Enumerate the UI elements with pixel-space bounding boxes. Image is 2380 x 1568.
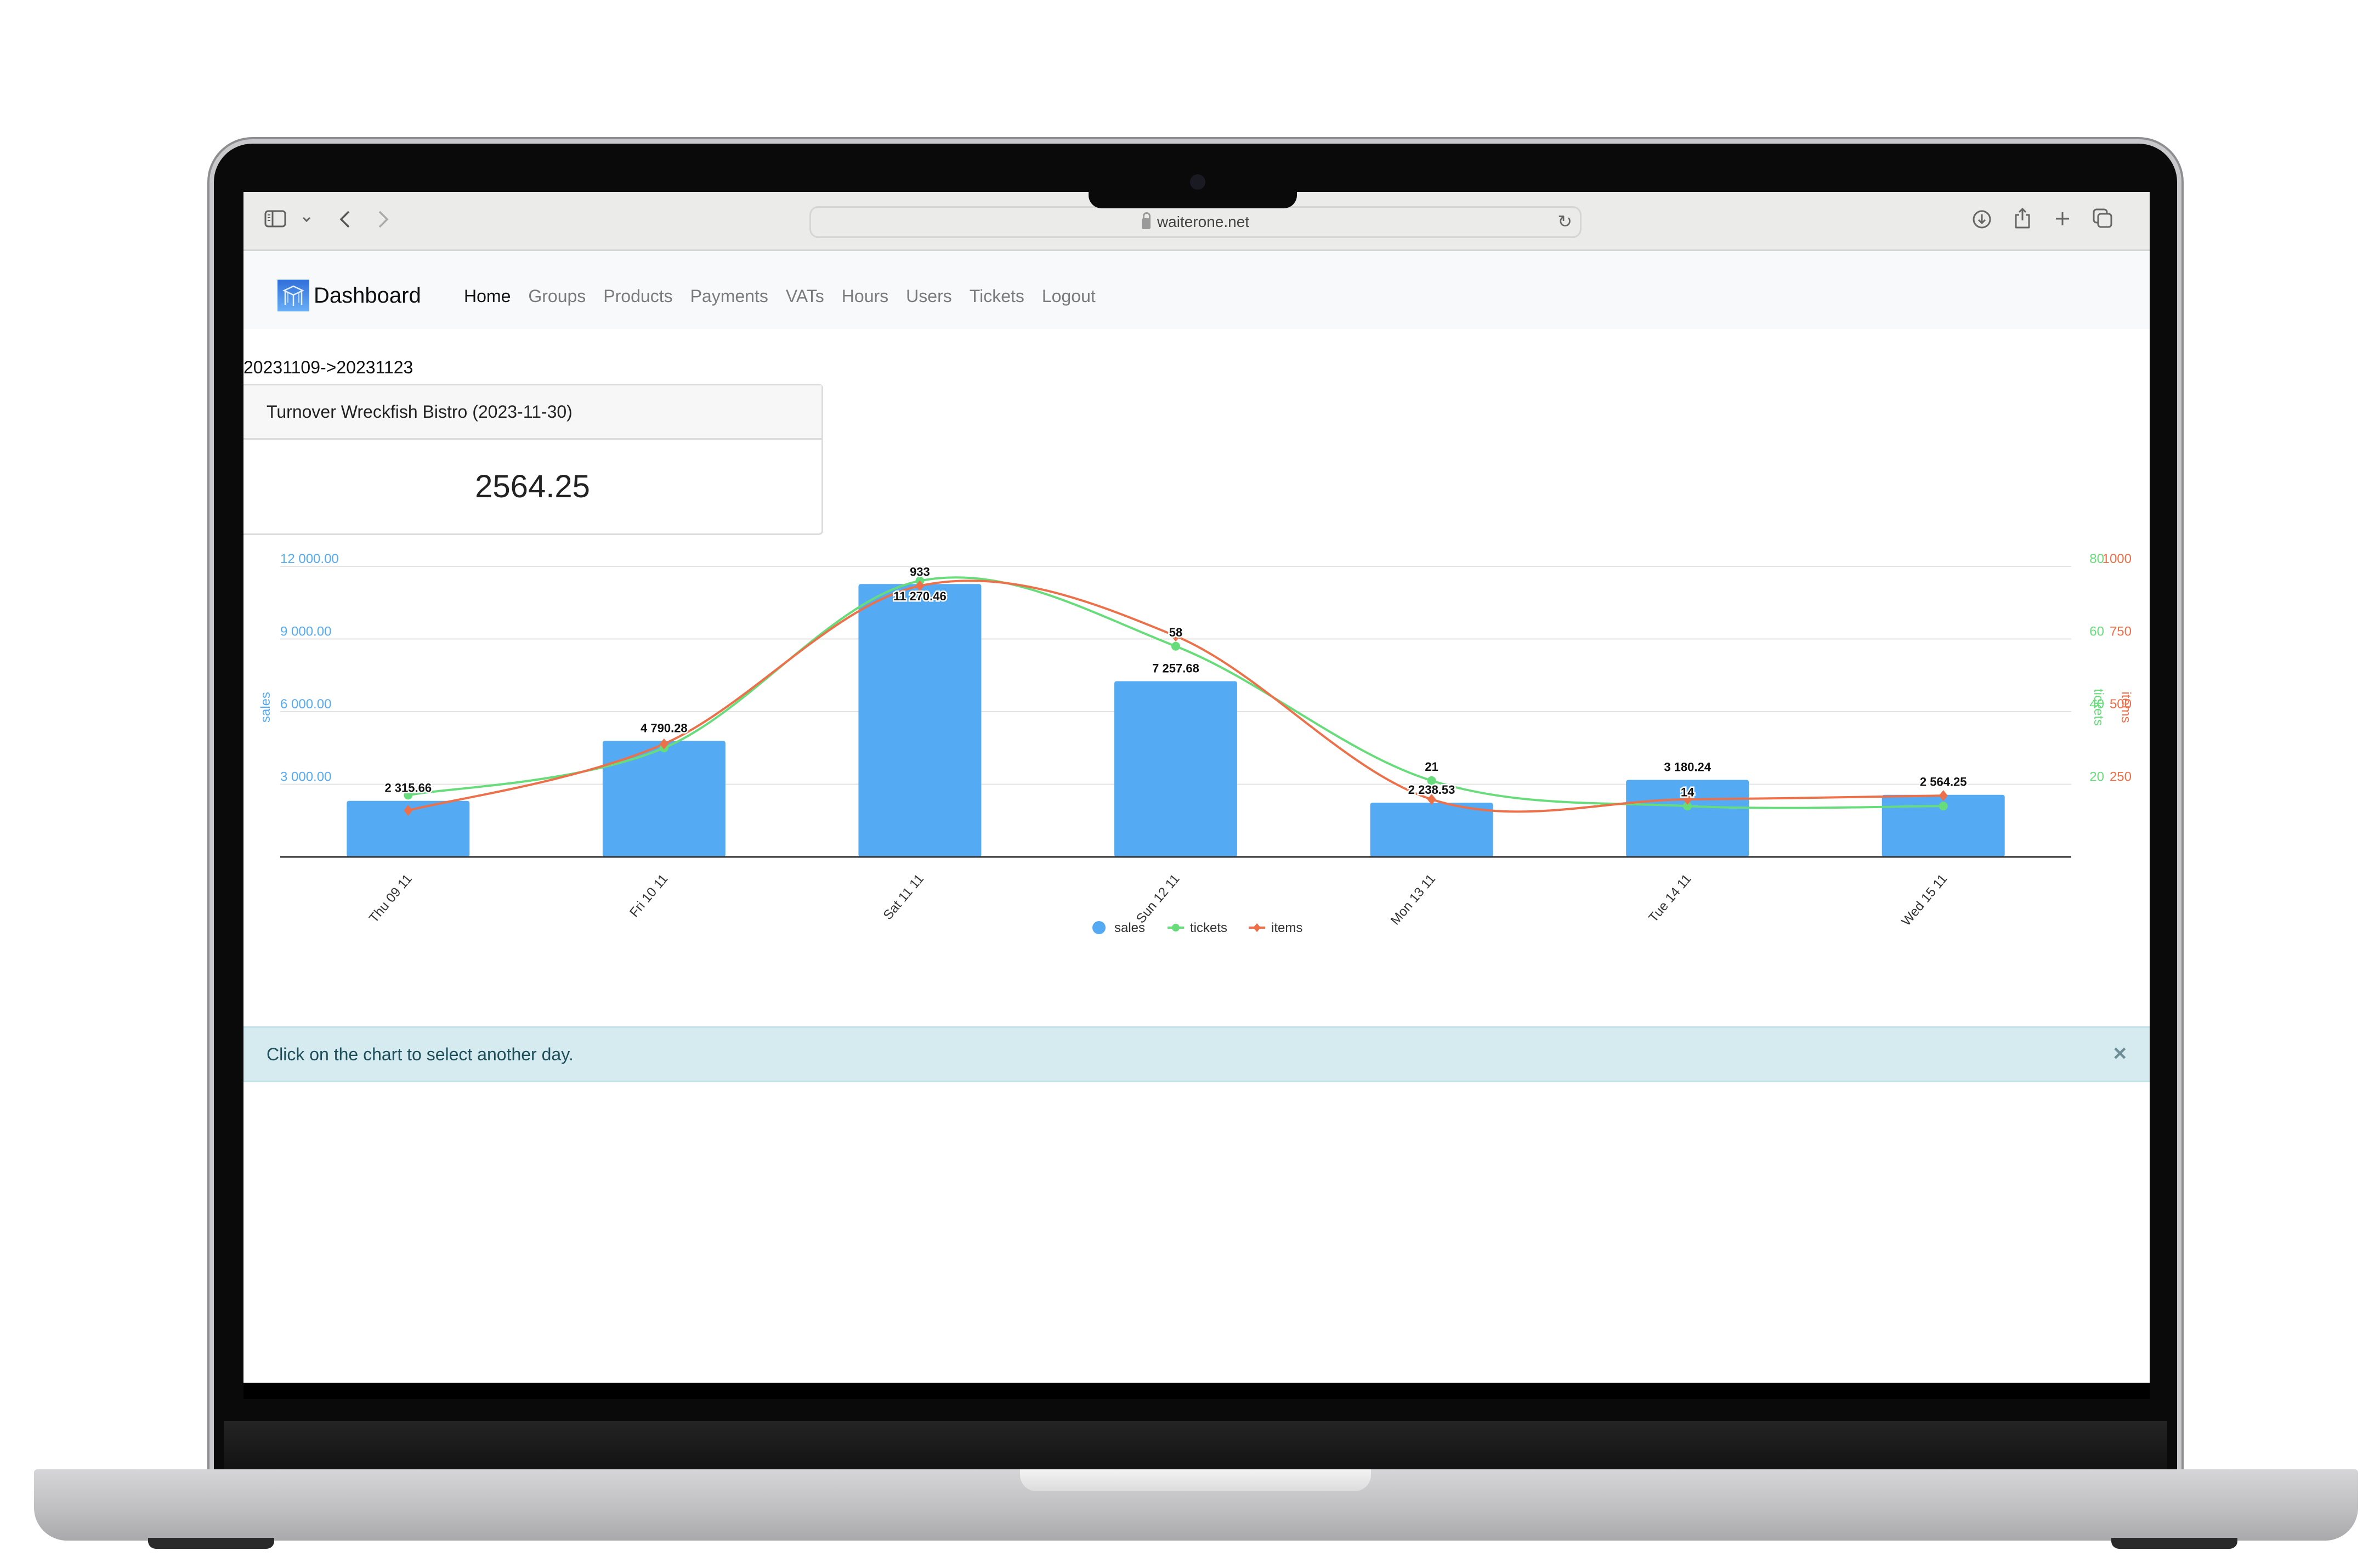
data-label-sales: 4 790.28: [641, 721, 688, 735]
turnover-value: 2564.25: [475, 468, 590, 504]
turnover-card: Turnover Wreckfish Bistro (2023-11-30) 2…: [243, 384, 823, 535]
reload-icon[interactable]: ↻: [1557, 211, 1572, 232]
date-range: 20231109->20231123: [243, 357, 413, 377]
download-icon[interactable]: [1971, 208, 1993, 230]
data-label-sales: 2 315.66: [384, 781, 432, 795]
bar-sales[interactable]: [1370, 803, 1493, 857]
data-label-tickets: 14: [1681, 785, 1695, 799]
y-tick-sales: 6 000.00: [280, 697, 331, 712]
y-axis-label-sales: sales: [258, 692, 273, 723]
nav-link-tickets[interactable]: Tickets: [970, 286, 1024, 306]
nav-link-products[interactable]: Products: [603, 286, 672, 306]
data-label-items: 933: [910, 565, 930, 579]
data-label-tickets: 58: [1169, 626, 1182, 639]
sales-chart[interactable]: 3 000.00 20 2506 000.00 40 5009 000.00 60 7501…: [243, 543, 2150, 1190]
brand-name: Dashboard: [314, 283, 421, 308]
data-label-sales: 11 270.46: [893, 589, 947, 603]
bar-sales[interactable]: [858, 584, 982, 857]
laptop-bezel-chin: [224, 1421, 2167, 1470]
y-axis-label-tickets: tickets: [2091, 689, 2106, 726]
y-tick-tickets: 60: [2089, 624, 2104, 639]
legend-swatch-items[interactable]: [1253, 923, 1261, 932]
sidebar-icon[interactable]: [264, 209, 286, 228]
app-navbar: Dashboard Home Groups Products Payments …: [243, 251, 2150, 329]
nav-link-groups[interactable]: Groups: [528, 286, 586, 306]
chevron-down-icon[interactable]: [301, 214, 313, 225]
y-tick-items: 250: [2110, 770, 2132, 785]
browser-window: waiterone.net ↻ Dashboard Home Groups Pr…: [243, 192, 2150, 1383]
legend-label-sales: sales: [1114, 921, 1145, 935]
data-label-tickets: 21: [1425, 760, 1438, 774]
nav-link-vats[interactable]: VATs: [786, 286, 824, 306]
back-icon[interactable]: [337, 208, 353, 230]
nav-menu: Home Groups Products Payments VATs Hours…: [464, 286, 1113, 306]
x-tick-label: Tue 14 11: [1646, 872, 1694, 925]
nav-link-home[interactable]: Home: [464, 286, 511, 306]
y-tick-items: 1000: [2103, 552, 2132, 566]
brand-link[interactable]: Dashboard: [277, 280, 421, 311]
nav-link-hours[interactable]: Hours: [842, 286, 888, 306]
y-tick-sales: 3 000.00: [280, 770, 331, 785]
point-tickets[interactable]: [1939, 802, 1948, 811]
url-text: waiterone.net: [1157, 213, 1250, 230]
forward-icon[interactable]: [375, 208, 392, 230]
x-tick-label: Sat 11 11: [881, 872, 927, 923]
data-label-sales: 3 180.24: [1664, 760, 1711, 774]
legend-swatch-tickets[interactable]: [1172, 924, 1180, 931]
y-tick-items: 750: [2110, 624, 2132, 639]
bar-sales[interactable]: [602, 741, 726, 857]
laptop-foot: [2111, 1538, 2237, 1549]
y-tick-sales: 12 000.00: [280, 552, 339, 566]
x-tick-label: Wed 15 11: [1899, 872, 1950, 929]
point-tickets[interactable]: [1171, 641, 1180, 651]
table-logo-icon: [277, 280, 309, 311]
camera-notch: [1089, 186, 1297, 208]
share-icon[interactable]: [2013, 206, 2032, 230]
x-tick-label: Mon 13 11: [1388, 872, 1438, 928]
data-label-sales: 7 257.68: [1152, 661, 1199, 675]
card-header: Turnover Wreckfish Bistro (2023-11-30): [243, 385, 821, 440]
lock-icon: [1141, 212, 1151, 229]
laptop-foot: [148, 1538, 274, 1549]
x-tick-label: Fri 10 11: [627, 872, 671, 921]
y-tick-sales: 9 000.00: [280, 624, 331, 639]
nav-link-payments[interactable]: Payments: [690, 286, 768, 306]
legend-swatch-sales[interactable]: [1092, 921, 1106, 934]
camera-icon: [1190, 174, 1205, 190]
info-alert: Click on the chart to select another day…: [243, 1026, 2150, 1082]
nav-link-users[interactable]: Users: [906, 286, 952, 306]
y-tick-tickets: 20: [2089, 770, 2104, 785]
new-tab-icon[interactable]: [2053, 209, 2072, 228]
x-tick-label: Thu 09 11: [366, 872, 415, 926]
nav-link-logout[interactable]: Logout: [1042, 286, 1096, 306]
x-tick-label: Sun 12 11: [1134, 872, 1183, 927]
data-label-sales: 2 564.25: [1920, 775, 1967, 789]
address-bar[interactable]: waiterone.net ↻: [809, 206, 1582, 238]
close-icon[interactable]: ×: [2113, 1040, 2127, 1066]
legend-label-tickets: tickets: [1190, 921, 1227, 935]
screen-bottom-edge: [243, 1383, 2150, 1399]
legend-label-items: items: [1271, 921, 1302, 935]
bar-sales[interactable]: [1114, 681, 1237, 857]
alert-message: Click on the chart to select another day…: [267, 1044, 574, 1064]
laptop-lid-groove: [1020, 1469, 1371, 1491]
data-label-sales: 2 238.53: [1408, 783, 1455, 797]
y-axis-label-items: items: [2118, 691, 2133, 723]
tabs-overview-icon[interactable]: [2092, 207, 2113, 229]
